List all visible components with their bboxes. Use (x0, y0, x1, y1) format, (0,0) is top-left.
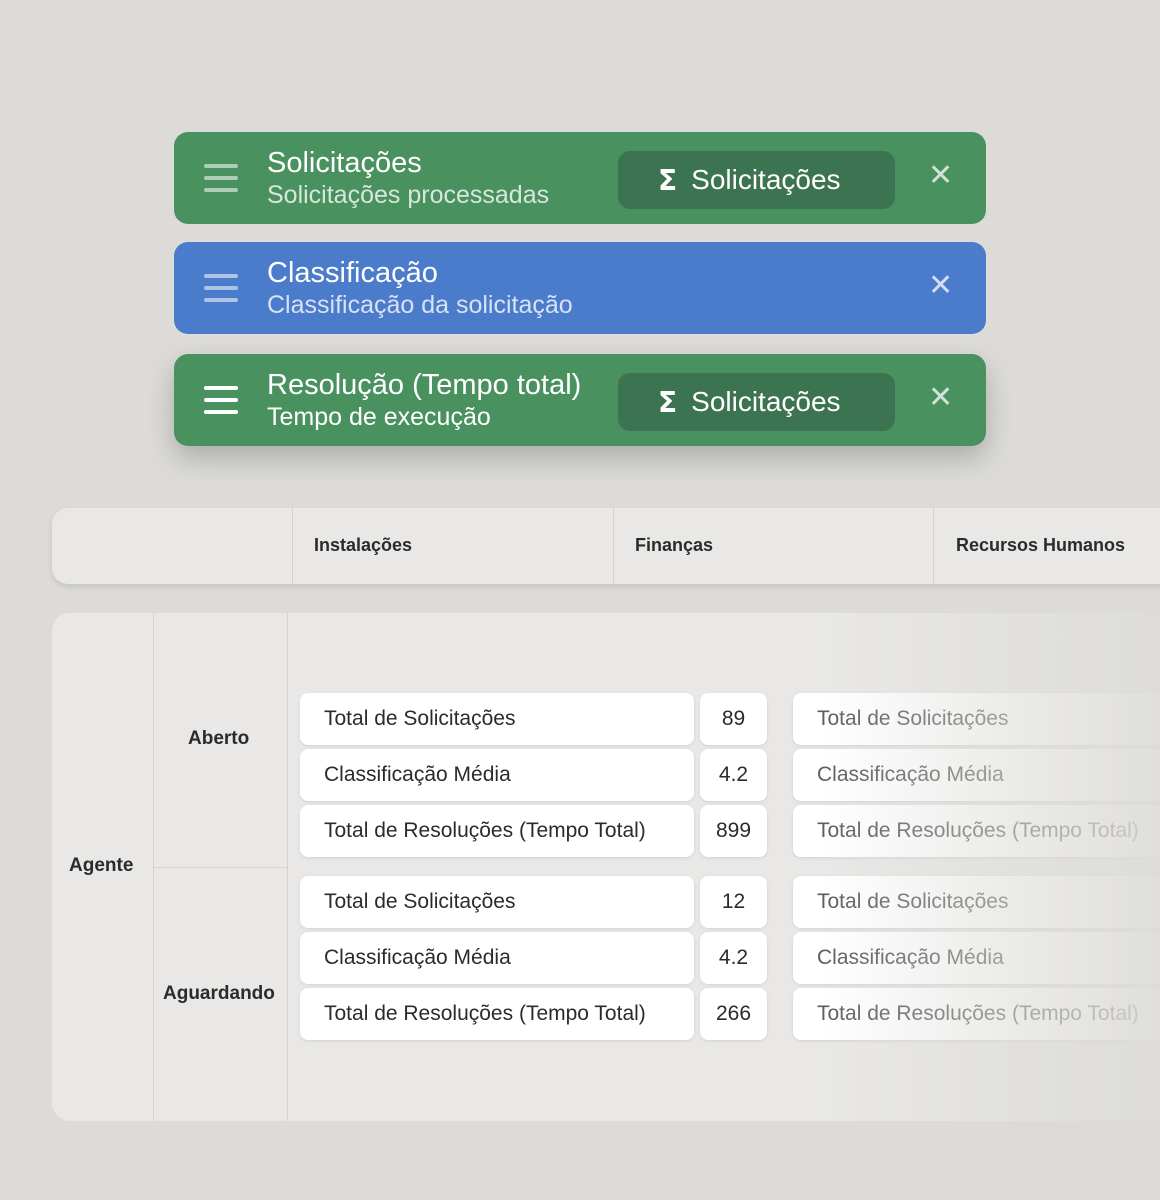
column-divider (292, 508, 293, 584)
field-subtitle: Solicitações processadas (267, 181, 550, 209)
value-cell[interactable]: 899 (700, 805, 767, 857)
field-title: Resolução (Tempo total) (267, 369, 582, 401)
metric-cell[interactable]: Total de Resoluções (Tempo Total) (300, 805, 694, 857)
close-icon[interactable]: ✕ (928, 383, 953, 413)
value-cell[interactable]: 12 (700, 876, 767, 928)
metric-cell[interactable]: Classificação Média (300, 749, 694, 801)
aggregation-label: Solicitações (691, 386, 841, 417)
metric-cell[interactable]: Total de Solicitações (793, 693, 1160, 745)
aggregation-button[interactable]: Σ Solicitações (618, 373, 895, 431)
drag-handle-icon[interactable] (204, 274, 238, 302)
metric-cell[interactable]: Total de Solicitações (300, 693, 694, 745)
sigma-icon: Σ (658, 163, 678, 197)
column-header-recursos-humanos[interactable]: Recursos Humanos (956, 535, 1125, 556)
field-bar-resolucao[interactable]: Resolução (Tempo total) Tempo de execuçã… (174, 354, 986, 446)
sigma-icon: Σ (658, 385, 678, 419)
metric-cell[interactable]: Classificação Média (793, 749, 1160, 801)
row-group-aberto[interactable]: Aberto (188, 728, 249, 750)
close-icon[interactable]: ✕ (928, 271, 953, 301)
field-title: Solicitações (267, 147, 422, 179)
value-cell[interactable]: 4.2 (700, 932, 767, 984)
metric-cell[interactable]: Total de Resoluções (Tempo Total) (793, 805, 1160, 857)
column-header-financas[interactable]: Finanças (635, 535, 713, 556)
metric-cell[interactable]: Total de Resoluções (Tempo Total) (793, 988, 1160, 1040)
value-cell[interactable]: 266 (700, 988, 767, 1040)
field-title: Classificação (267, 257, 438, 289)
pivot-table: Agente Aberto Aguardando Total de Solici… (52, 613, 1160, 1121)
value-cell[interactable]: 89 (700, 693, 767, 745)
column-divider (933, 508, 934, 584)
field-subtitle: Tempo de execução (267, 403, 491, 431)
value-cell[interactable]: 4.2 (700, 749, 767, 801)
metric-cell[interactable]: Total de Solicitações (300, 876, 694, 928)
field-bar-classificacao[interactable]: Classificação Classificação da solicitaç… (174, 242, 986, 334)
column-header-instalacoes[interactable]: Instalações (314, 535, 412, 556)
metric-cell[interactable]: Classificação Média (793, 932, 1160, 984)
drag-handle-icon[interactable] (204, 164, 238, 192)
field-bar-solicitacoes[interactable]: Solicitações Solicitações processadas Σ … (174, 132, 986, 224)
drag-handle-icon[interactable] (204, 386, 238, 414)
column-header-bar: Instalações Finanças Recursos Humanos (52, 508, 1160, 584)
row-divider (287, 613, 288, 1121)
column-divider (613, 508, 614, 584)
metric-cell[interactable]: Classificação Média (300, 932, 694, 984)
metric-cell[interactable]: Total de Solicitações (793, 876, 1160, 928)
metric-cell[interactable]: Total de Resoluções (Tempo Total) (300, 988, 694, 1040)
pivot-builder: Solicitações Solicitações processadas Σ … (0, 0, 1160, 1200)
row-header-agente[interactable]: Agente (69, 855, 133, 877)
aggregation-label: Solicitações (691, 164, 841, 195)
group-divider (154, 867, 287, 868)
row-group-aguardando[interactable]: Aguardando (163, 983, 275, 1005)
field-subtitle: Classificação da solicitação (267, 291, 573, 319)
aggregation-button[interactable]: Σ Solicitações (618, 151, 895, 209)
close-icon[interactable]: ✕ (928, 161, 953, 191)
